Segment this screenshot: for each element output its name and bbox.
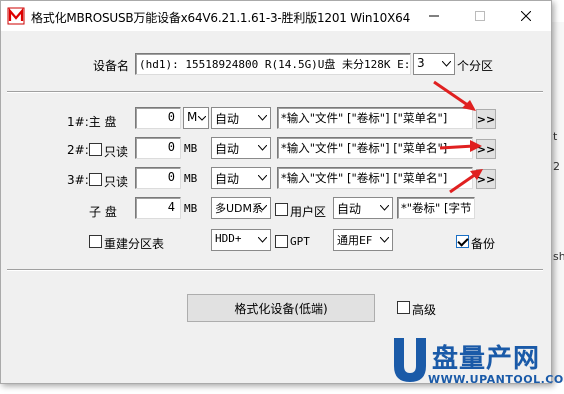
row2-label: 2#:: [67, 143, 89, 157]
annotation-arrow-icon: [439, 140, 482, 152]
row1-fs-value: 自动: [215, 112, 240, 126]
row1-unit-select[interactable]: M: [183, 107, 209, 129]
efi-mode-value: 通用EF: [337, 234, 373, 247]
device-label: 设备名: [93, 59, 130, 73]
row2-fs-value: 自动: [215, 142, 240, 156]
partition-count-suffix: 个分区: [457, 59, 494, 73]
subdisk-fs-select[interactable]: 自动: [333, 197, 393, 219]
subdisk-mode-select[interactable]: 多UDM系: [211, 197, 271, 219]
partition-count-value: 3: [417, 56, 425, 70]
hdd-mode-value: HDD+: [215, 232, 242, 245]
minimize-button[interactable]: [411, 1, 457, 31]
watermark-url: WWW.UPANTOOL.COM: [428, 373, 564, 386]
app-icon: [7, 7, 25, 25]
chevron-down-icon: [256, 172, 268, 184]
backup-label: 备份: [471, 237, 496, 251]
userarea-checkbox[interactable]: [275, 203, 288, 216]
chevron-down-icon: [256, 112, 268, 124]
separator: [7, 269, 543, 271]
annotation-arrow-icon: [449, 169, 483, 194]
gpt-checkbox[interactable]: [275, 235, 288, 248]
row3-volume-field[interactable]: *输入"文件" ["卷标"] ["菜单名"]: [277, 167, 473, 189]
maximize-icon: [475, 11, 485, 21]
background-text: 2: [553, 160, 560, 173]
background-text: t: [553, 130, 558, 143]
chevron-down-icon: [256, 202, 268, 214]
advanced-checkbox[interactable]: [397, 301, 410, 314]
userarea-label: 用户区: [290, 205, 327, 219]
background-window-right: [550, 22, 564, 382]
gpt-label: GPT: [290, 235, 310, 248]
close-icon: [521, 11, 531, 21]
subdisk-volume-field[interactable]: *"卷标" [字节: [397, 197, 475, 219]
rebuild-table-checkbox[interactable]: [89, 235, 102, 248]
row1-fs-select[interactable]: 自动: [211, 107, 271, 129]
background-text: sh: [553, 250, 564, 263]
chevron-down-icon: [378, 202, 390, 214]
row2-readonly-checkbox[interactable]: [89, 143, 102, 156]
row3-unit-label: MB: [184, 172, 198, 185]
efi-mode-select[interactable]: 通用EF: [333, 229, 393, 251]
watermark-brand: 盘量产网: [432, 344, 541, 374]
title-bar[interactable]: 格式化MBROSUSB万能设备x64V6.21.1.61-3-胜利版1201 W…: [1, 1, 551, 31]
format-device-button[interactable]: 格式化设备(低端): [187, 294, 375, 322]
row2-readonly-label: 只读: [104, 145, 129, 159]
row3-label: 3#:: [67, 173, 89, 187]
row2-fs-select[interactable]: 自动: [211, 137, 271, 159]
row3-fs-value: 自动: [215, 172, 240, 186]
close-button[interactable]: [503, 1, 549, 31]
row3-readonly-checkbox[interactable]: [89, 173, 102, 186]
row2-size-input[interactable]: 0: [135, 137, 181, 159]
row1-size-input[interactable]: 0: [135, 107, 181, 129]
u-logo-icon: [394, 338, 426, 382]
window-title: 格式化MBROSUSB万能设备x64V6.21.1.61-3-胜利版1201 W…: [31, 11, 411, 25]
rebuild-table-label: 重建分区表: [104, 237, 165, 251]
chevron-down-icon: [378, 234, 390, 246]
annotation-arrow-icon: [433, 80, 476, 111]
minimize-icon: [429, 15, 439, 17]
hdd-mode-select[interactable]: HDD+: [211, 229, 271, 251]
watermark-logo: 盘量产网 WWW.UPANTOOL.COM: [390, 336, 564, 394]
maximize-button[interactable]: [457, 1, 503, 31]
advanced-label: 高级: [412, 303, 437, 317]
subdisk-label: 子 盘: [89, 205, 117, 219]
device-field[interactable]: (hd1): 15518924800 R(14.5G)U盘 未分128K E: …: [135, 53, 411, 75]
row3-readonly-label: 只读: [104, 175, 129, 189]
chevron-down-icon: [440, 58, 452, 70]
row2-unit-label: MB: [184, 142, 198, 155]
subdisk-size-input[interactable]: 4: [135, 197, 181, 219]
subdisk-fs-value: 自动: [337, 202, 362, 216]
partition-count-select[interactable]: 3: [413, 53, 455, 75]
row1-label: 1#:主 盘: [67, 115, 117, 129]
subdisk-unit-label: MB: [184, 202, 198, 215]
backup-checkbox[interactable]: [456, 235, 469, 248]
chevron-down-icon: [196, 112, 208, 124]
chevron-down-icon: [256, 142, 268, 154]
row3-size-input[interactable]: 0: [135, 167, 181, 189]
chevron-down-icon: [256, 234, 268, 246]
row3-fs-select[interactable]: 自动: [211, 167, 271, 189]
